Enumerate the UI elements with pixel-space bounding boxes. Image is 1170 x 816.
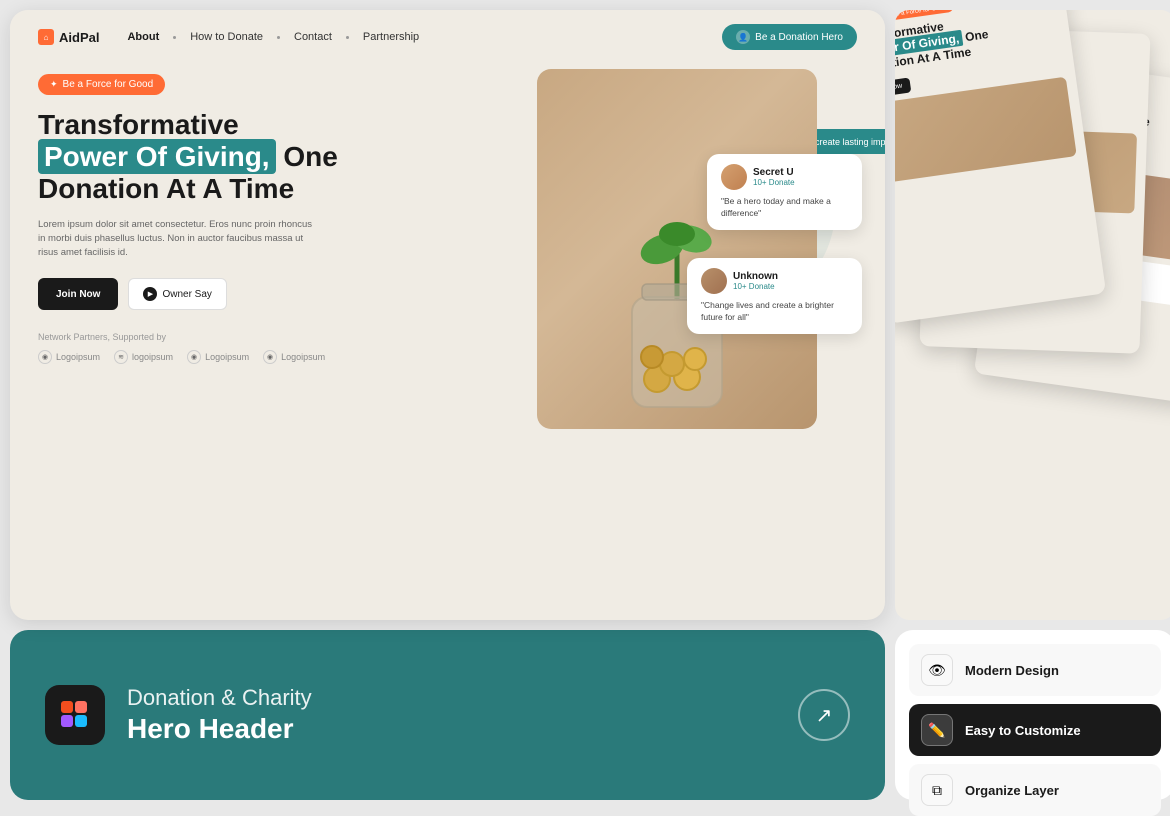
feature-label-modern: Modern Design [965,663,1059,678]
nav-dot-2 [277,36,280,39]
feature-list: 👁 Modern Design ✏️ Easy to Customize ⧉ O… [895,630,1170,800]
mockup-background: AidPal Be a Force for Good Transformativ… [895,10,1170,620]
edit-icon: ✏️ [921,714,953,746]
nav-contact[interactable]: Contact [294,31,332,43]
star-icon: ✦ [50,79,58,90]
hero-title: Transformative Power Of Giving, One Dona… [38,109,497,206]
nav-partnership[interactable]: Partnership [363,31,419,43]
nav-cta-button[interactable]: 👤 Be a Donation Hero [722,24,857,50]
partner-1: ◉ Logoipsum [38,350,100,364]
title-text-wrap: Donation & Charity Hero Header [127,685,776,745]
play-icon: ▶ [143,287,157,301]
eye-icon: 👁 [921,654,953,686]
hero-buttons: Join Now ▶ Owner Say [38,278,497,310]
unknown-user-quote: "Change lives and create a brighter futu… [701,300,848,324]
partners-section: Network Partners, Supported by ◉ Logoips… [38,332,497,364]
hero-highlight: Power Of Giving, [38,139,276,174]
partner-2: ≋ logoipsum [114,350,173,364]
floating-card-secret: Secret U 10+ Donate "Be a hero today and… [707,154,862,230]
title-category: Donation & Charity [127,685,776,711]
join-now-button[interactable]: Join Now [38,278,118,310]
unknown-user-sub: 10+ Donate [733,282,778,291]
owner-say-button[interactable]: ▶ Owner Say [128,278,226,310]
feature-easy-customize[interactable]: ✏️ Easy to Customize [909,704,1161,756]
layers-icon: ⧉ [921,774,953,806]
hero-left: ✦ Be a Force for Good Transformative Pow… [38,74,517,429]
partner-4: ◉ Logoipsum [263,350,325,364]
partners-logos: ◉ Logoipsum ≋ logoipsum ◉ Logoipsum ◉ Lo… [38,350,497,364]
arrow-button[interactable]: ↗ [798,689,850,741]
floating-card-unknown: Unknown 10+ Donate "Change lives and cre… [687,258,862,334]
partner-3: ◉ Logoipsum [187,350,249,364]
figma-icon [45,685,105,745]
unknown-user-name: Unknown [733,271,778,282]
feature-label-customize: Easy to Customize [965,723,1081,738]
logo-text: AidPal [59,30,99,45]
feature-label-organize: Organize Layer [965,783,1059,798]
partners-label: Network Partners, Supported by [38,332,497,342]
hero-section: ✦ Be a Force for Good Transformative Pow… [10,64,885,449]
mockup-stack: AidPal Be a Force for Good Transformativ… [895,10,1170,620]
nav-dot-1 [173,36,176,39]
feature-organize-layer[interactable]: ⧉ Organize Layer [909,764,1161,816]
logo-icon: ⌂ [38,29,54,45]
hero-right: ▶ Change lives and create lasting impact [517,74,857,429]
hero-image [537,69,817,429]
person-icon: 👤 [736,30,750,44]
hero-badge: ✦ Be a Force for Good [38,74,165,95]
title-main: Hero Header [127,713,776,745]
main-preview-card: ⌂ AidPal About How to Donate Contact Par… [10,10,885,620]
secret-user-quote: "Be a hero today and make a difference" [721,196,848,220]
nav-logo: ⌂ AidPal [38,29,99,45]
nav-donate[interactable]: How to Donate [190,31,263,43]
hero-description: Lorem ipsum dolor sit amet consectetur. … [38,218,318,261]
nav-links: About How to Donate Contact Partnership [127,31,704,43]
nav-about[interactable]: About [127,31,159,43]
secret-user-sub: 10+ Donate [753,178,795,187]
nav-dot-3 [346,36,349,39]
feature-modern-design[interactable]: 👁 Modern Design [909,644,1161,696]
navbar: ⌂ AidPal About How to Donate Contact Par… [10,10,885,64]
title-banner: Donation & Charity Hero Header ↗ [10,630,885,800]
secret-user-name: Secret U [753,167,795,178]
